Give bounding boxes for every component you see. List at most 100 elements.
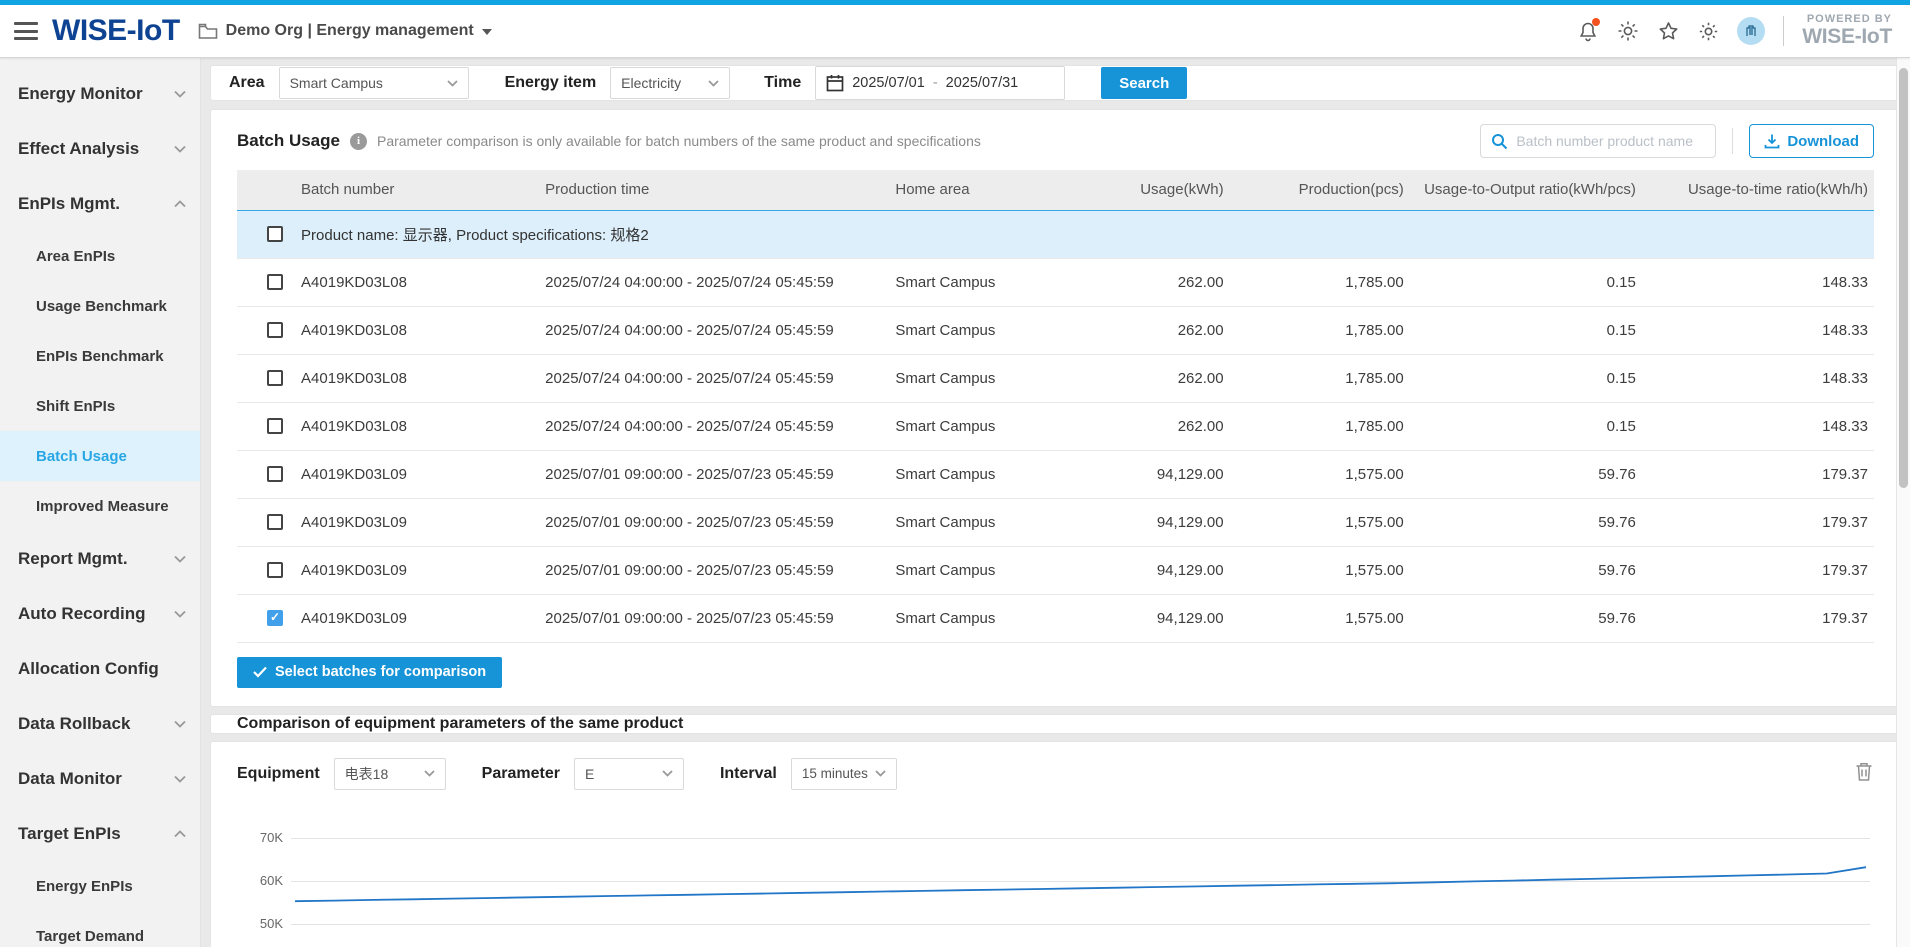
sidebar-item-label: Data Monitor bbox=[18, 769, 122, 789]
column-header-usage-to-output-ratio-kwh-pcs: Usage-to-Output ratio(kWh/pcs) bbox=[1410, 170, 1642, 210]
sidebar-subitem-usage-benchmark[interactable]: Usage Benchmark bbox=[0, 281, 200, 331]
table-row: A4019KD03L082025/07/24 04:00:00 - 2025/0… bbox=[237, 354, 1874, 402]
sidebar-item-report-mgmt[interactable]: Report Mgmt. bbox=[0, 531, 200, 586]
row-checkbox[interactable] bbox=[267, 514, 283, 530]
cell-output_ratio: 0.15 bbox=[1410, 306, 1642, 354]
brightness-icon[interactable] bbox=[1617, 20, 1639, 42]
cell-time_ratio: 179.37 bbox=[1642, 546, 1874, 594]
row-checkbox[interactable] bbox=[267, 274, 283, 290]
cell-time_ratio: 179.37 bbox=[1642, 450, 1874, 498]
cell-time: 2025/07/01 09:00:00 - 2025/07/23 05:45:5… bbox=[539, 594, 889, 642]
parameter-select[interactable]: E bbox=[574, 758, 684, 790]
date-from[interactable]: 2025/07/01 bbox=[852, 75, 925, 91]
chevron-down-icon bbox=[174, 720, 186, 728]
group-checkbox[interactable] bbox=[267, 226, 283, 242]
sidebar-subitem-batch-usage[interactable]: Batch Usage bbox=[0, 431, 200, 481]
sidebar-item-data-rollback[interactable]: Data Rollback bbox=[0, 696, 200, 751]
folder-icon bbox=[198, 22, 218, 40]
cell-usage: 94,129.00 bbox=[1069, 594, 1229, 642]
favorite-star-icon[interactable] bbox=[1657, 20, 1679, 42]
cell-production: 1,785.00 bbox=[1230, 354, 1410, 402]
time-label: Time bbox=[764, 74, 801, 92]
page-scrollbar[interactable] bbox=[1896, 58, 1910, 947]
row-checkbox[interactable] bbox=[267, 418, 283, 434]
sidebar-subitem-energy-enpis[interactable]: Energy EnPIs bbox=[0, 861, 200, 911]
row-checkbox[interactable] bbox=[267, 370, 283, 386]
org-switcher[interactable]: Demo Org | Energy management bbox=[198, 22, 492, 40]
menu-icon[interactable] bbox=[14, 22, 38, 40]
user-avatar[interactable] bbox=[1737, 17, 1765, 45]
sidebar-subitem-area-enpis[interactable]: Area EnPIs bbox=[0, 231, 200, 281]
cell-batch: A4019KD03L08 bbox=[295, 354, 539, 402]
chevron-down-icon bbox=[174, 610, 186, 618]
cell-batch: A4019KD03L09 bbox=[295, 594, 539, 642]
cell-batch: A4019KD03L09 bbox=[295, 546, 539, 594]
sidebar-nav: Energy MonitorEffect AnalysisEnPIs Mgmt.… bbox=[0, 58, 201, 947]
cell-time_ratio: 148.33 bbox=[1642, 402, 1874, 450]
select-batches-button[interactable]: Select batches for comparison bbox=[237, 657, 502, 688]
sidebar-subitem-target-demand[interactable]: Target Demand bbox=[0, 911, 200, 947]
download-button[interactable]: Download bbox=[1749, 124, 1874, 158]
table-row: A4019KD03L082025/07/24 04:00:00 - 2025/0… bbox=[237, 258, 1874, 306]
sidebar-subitem-enpis-benchmark[interactable]: EnPIs Benchmark bbox=[0, 331, 200, 381]
batch-search-box[interactable] bbox=[1480, 124, 1716, 158]
cell-output_ratio: 0.15 bbox=[1410, 258, 1642, 306]
sidebar-item-target-enpis[interactable]: Target EnPIs bbox=[0, 806, 200, 861]
date-range-picker[interactable]: 2025/07/01 - 2025/07/31 bbox=[815, 66, 1065, 100]
cell-batch: A4019KD03L09 bbox=[295, 450, 539, 498]
cell-production: 1,575.00 bbox=[1230, 498, 1410, 546]
y-axis-tick-label: 50K bbox=[239, 916, 283, 931]
chevron-down-icon bbox=[424, 770, 435, 777]
scrollbar-thumb[interactable] bbox=[1899, 68, 1908, 488]
sidebar-item-energy-monitor[interactable]: Energy Monitor bbox=[0, 66, 200, 121]
app-logo: WISE-IoT bbox=[52, 14, 180, 48]
table-row: A4019KD03L092025/07/01 09:00:00 - 2025/0… bbox=[237, 546, 1874, 594]
cell-area: Smart Campus bbox=[889, 402, 1069, 450]
cell-area: Smart Campus bbox=[889, 306, 1069, 354]
comparison-heading: Comparison of equipment parameters of th… bbox=[237, 715, 683, 733]
settings-gear-icon[interactable] bbox=[1697, 20, 1719, 42]
cell-production: 1,785.00 bbox=[1230, 402, 1410, 450]
interval-select[interactable]: 15 minutes bbox=[791, 758, 897, 790]
app-header: WISE-IoT Demo Org | Energy management PO… bbox=[0, 5, 1910, 58]
sidebar-item-data-monitor[interactable]: Data Monitor bbox=[0, 751, 200, 806]
cell-production: 1,575.00 bbox=[1230, 546, 1410, 594]
cell-time_ratio: 179.37 bbox=[1642, 594, 1874, 642]
cell-usage: 262.00 bbox=[1069, 354, 1229, 402]
date-to[interactable]: 2025/07/31 bbox=[946, 75, 1019, 91]
group-label: Product name: 显示器, Product specification… bbox=[295, 210, 1874, 258]
row-checkbox-cell bbox=[237, 450, 295, 498]
energy-item-select[interactable]: Electricity bbox=[610, 67, 730, 99]
table-row: A4019KD03L082025/07/24 04:00:00 - 2025/0… bbox=[237, 402, 1874, 450]
column-header-usage-kwh: Usage(kWh) bbox=[1069, 170, 1229, 210]
equipment-select-value: 电表18 bbox=[345, 764, 389, 784]
area-select[interactable]: Smart Campus bbox=[279, 67, 469, 99]
row-checkbox[interactable] bbox=[267, 562, 283, 578]
row-checkbox-cell bbox=[237, 306, 295, 354]
delete-chart-icon[interactable] bbox=[1854, 761, 1874, 787]
sidebar-item-label: Allocation Config bbox=[18, 659, 159, 679]
energy-item-label: Energy item bbox=[505, 74, 597, 92]
sidebar-subitem-improved-measure[interactable]: Improved Measure bbox=[0, 481, 200, 531]
interval-label: Interval bbox=[720, 765, 777, 783]
cell-batch: A4019KD03L08 bbox=[295, 258, 539, 306]
sidebar-item-effect-analysis[interactable]: Effect Analysis bbox=[0, 121, 200, 176]
equipment-select[interactable]: 电表18 bbox=[334, 758, 446, 790]
batch-search-input[interactable] bbox=[1516, 133, 1705, 149]
calendar-icon bbox=[826, 74, 844, 92]
row-checkbox[interactable] bbox=[267, 610, 283, 626]
check-icon bbox=[253, 666, 267, 678]
sidebar-item-label: Report Mgmt. bbox=[18, 549, 128, 569]
row-checkbox[interactable] bbox=[267, 322, 283, 338]
notifications-icon[interactable] bbox=[1577, 20, 1599, 42]
comparison-chart: 50K60K70K bbox=[291, 816, 1870, 947]
cell-output_ratio: 0.15 bbox=[1410, 402, 1642, 450]
sidebar-subitem-shift-enpis[interactable]: Shift EnPIs bbox=[0, 381, 200, 431]
row-checkbox[interactable] bbox=[267, 466, 283, 482]
group-row: Product name: 显示器, Product specification… bbox=[237, 210, 1874, 258]
sidebar-item-auto-recording[interactable]: Auto Recording bbox=[0, 586, 200, 641]
sidebar-item-enpis-mgmt[interactable]: EnPIs Mgmt. bbox=[0, 176, 200, 231]
search-button[interactable]: Search bbox=[1101, 67, 1187, 99]
column-header-production-pcs: Production(pcs) bbox=[1230, 170, 1410, 210]
sidebar-item-allocation-config[interactable]: Allocation Config bbox=[0, 641, 200, 696]
